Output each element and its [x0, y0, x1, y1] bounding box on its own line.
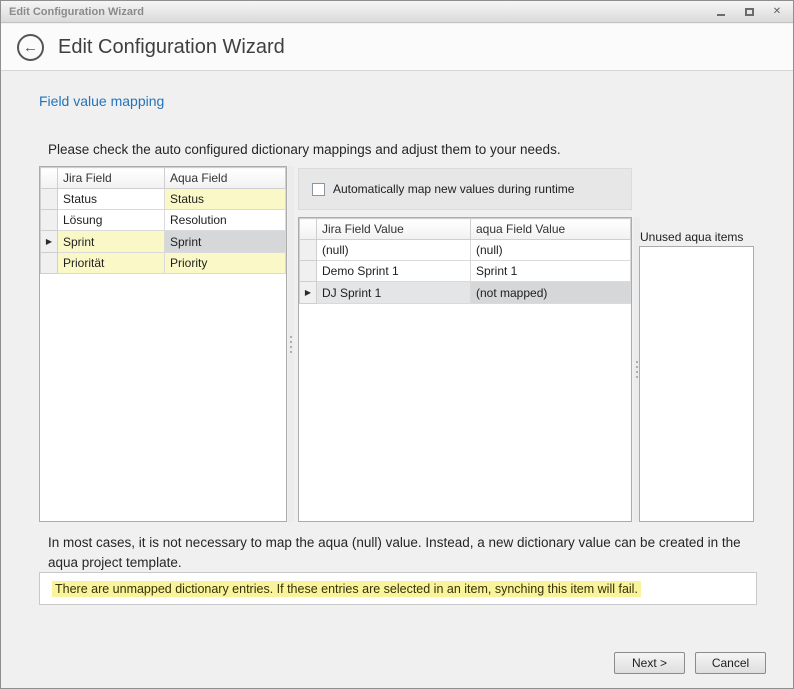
- row-indicator[interactable]: [41, 189, 58, 210]
- column-header-jira-field-value[interactable]: Jira Field Value: [317, 219, 471, 240]
- unused-aqua-items-label: Unused aqua items: [640, 230, 743, 244]
- auto-map-checkbox[interactable]: [312, 183, 325, 196]
- titlebar[interactable]: Edit Configuration Wizard ✕: [1, 1, 793, 23]
- current-row-arrow-icon: ▶: [305, 282, 311, 303]
- table-row: Lösung Resolution: [41, 210, 286, 231]
- cell-aqua-field[interactable]: Resolution: [165, 210, 286, 231]
- cell-jira-field[interactable]: Lösung: [58, 210, 165, 231]
- column-header-jira-field[interactable]: Jira Field: [58, 168, 165, 189]
- minimize-button[interactable]: [713, 5, 729, 19]
- value-table-header-row: Jira Field Value aqua Field Value: [300, 219, 631, 240]
- cell-aqua-field[interactable]: Sprint: [165, 231, 286, 253]
- cell-jira-value[interactable]: Demo Sprint 1: [317, 261, 471, 282]
- value-mapping-table: Jira Field Value aqua Field Value (null)…: [298, 217, 632, 522]
- cancel-button[interactable]: Cancel: [695, 652, 766, 674]
- instruction-text: Please check the auto configured diction…: [48, 142, 561, 157]
- grip-dot: [290, 341, 292, 343]
- cell-aqua-field[interactable]: Priority: [165, 253, 286, 274]
- row-indicator[interactable]: [300, 261, 317, 282]
- cell-jira-field[interactable]: Status: [58, 189, 165, 210]
- unused-aqua-items-list[interactable]: [639, 246, 754, 522]
- grip-dot: [636, 376, 638, 378]
- cell-aqua-value[interactable]: (null): [471, 240, 631, 261]
- maximize-button[interactable]: [741, 5, 757, 19]
- runtime-option-panel: Automatically map new values during runt…: [298, 168, 632, 210]
- column-header-aqua-field[interactable]: Aqua Field: [165, 168, 286, 189]
- table-row: Status Status: [41, 189, 286, 210]
- close-icon: ✕: [773, 6, 781, 17]
- grid-corner-cell[interactable]: [41, 168, 58, 189]
- cell-aqua-field[interactable]: Status: [165, 189, 286, 210]
- page-title: Edit Configuration Wizard: [58, 36, 285, 59]
- field-table-header-row: Jira Field Aqua Field: [41, 168, 286, 189]
- grip-dot: [636, 371, 638, 373]
- row-indicator[interactable]: ▶: [300, 282, 317, 304]
- note-text: In most cases, it is not necessary to ma…: [48, 533, 750, 572]
- window-title: Edit Configuration Wizard: [9, 6, 144, 18]
- row-indicator[interactable]: ▶: [41, 231, 58, 253]
- table-row: Priorität Priority: [41, 253, 286, 274]
- grid-corner-cell[interactable]: [300, 219, 317, 240]
- row-indicator[interactable]: [41, 253, 58, 274]
- table-row-selected: ▶ DJ Sprint 1 (not mapped): [300, 282, 631, 304]
- close-button[interactable]: ✕: [769, 5, 785, 19]
- cell-aqua-value[interactable]: Sprint 1: [471, 261, 631, 282]
- auto-map-label: Automatically map new values during runt…: [333, 182, 574, 196]
- field-mapping-table: Jira Field Aqua Field Status Status Lösu…: [39, 166, 287, 522]
- edit-configuration-wizard-window: Edit Configuration Wizard ✕ ← Edit Confi…: [0, 0, 794, 689]
- section-title: Field value mapping: [39, 93, 164, 109]
- grip-dot: [636, 361, 638, 363]
- row-indicator[interactable]: [300, 240, 317, 261]
- warning-text: There are unmapped dictionary entries. I…: [52, 581, 641, 597]
- row-indicator[interactable]: [41, 210, 58, 231]
- column-header-aqua-field-value[interactable]: aqua Field Value: [471, 219, 631, 240]
- next-button[interactable]: Next >: [614, 652, 685, 674]
- cell-jira-field[interactable]: Sprint: [58, 231, 165, 253]
- cell-jira-value[interactable]: DJ Sprint 1: [317, 282, 471, 304]
- table-row-selected: ▶ Sprint Sprint: [41, 231, 286, 253]
- grip-dot: [636, 366, 638, 368]
- vertical-splitter[interactable]: [288, 166, 294, 522]
- table-row: Demo Sprint 1 Sprint 1: [300, 261, 631, 282]
- maximize-icon: [745, 8, 754, 16]
- window-controls: ✕: [713, 5, 785, 19]
- grip-dot: [290, 336, 292, 338]
- wizard-header: ← Edit Configuration Wizard: [1, 24, 793, 71]
- back-arrow-icon: ←: [23, 40, 38, 55]
- back-button[interactable]: ←: [17, 34, 44, 61]
- warning-box: There are unmapped dictionary entries. I…: [39, 572, 757, 605]
- grip-dot: [290, 346, 292, 348]
- cell-jira-field[interactable]: Priorität: [58, 253, 165, 274]
- cell-jira-value[interactable]: (null): [317, 240, 471, 261]
- cell-aqua-value[interactable]: (not mapped): [471, 282, 631, 304]
- current-row-arrow-icon: ▶: [46, 231, 52, 252]
- table-row: (null) (null): [300, 240, 631, 261]
- minimize-icon: [717, 14, 725, 16]
- grip-dot: [290, 351, 292, 353]
